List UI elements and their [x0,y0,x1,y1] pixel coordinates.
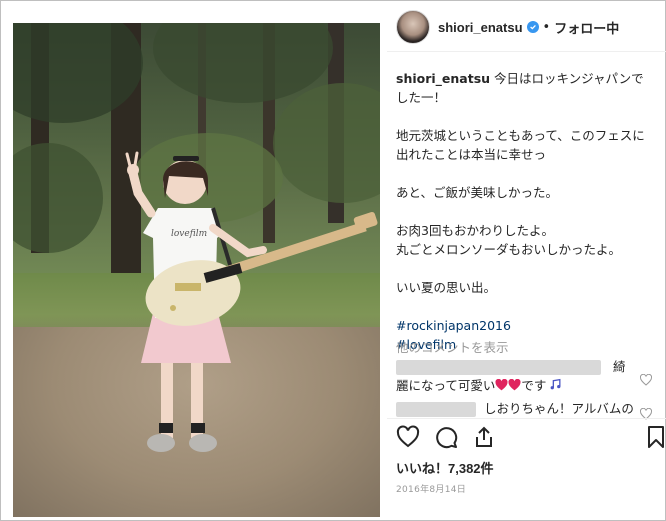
caption: shiori_enatsu 今日はロッキンジャパンでした一！ 地元茨城ということ… [396,69,651,354]
verified-badge-icon [526,21,539,33]
caption-paragraph: 地元茨城ということもあって、このフェスに出れたことは本当に幸せっ [396,128,645,162]
post-frame: lovefilm shiori_enatsu • フォロー中 shiori_en… [0,0,666,521]
shirt-print: lovefilm [171,229,207,239]
comment-icon[interactable] [434,425,458,449]
share-icon[interactable] [472,425,496,449]
caption-paragraph: あと、ご飯が美味しかった。 [396,185,559,200]
comment-line: 麗になって可愛い です [396,376,646,396]
caption-paragraph: いい夏の思い出。 [396,280,497,295]
like-count[interactable]: いいね！7,382件 [396,458,494,477]
post-photo[interactable]: lovefilm [13,23,380,517]
caption-paragraph: お肉3回もおかわりしたよ。 丸ごとメロンソーダもおいしかったよ。 [396,223,622,257]
header-divider [387,51,666,52]
header-username[interactable]: shiori_enatsu [438,20,523,35]
music-note-emoji-icon [549,377,562,396]
following-button[interactable]: フォロー中 [554,18,619,37]
actions-divider [387,418,666,419]
bookmark-icon[interactable] [644,425,666,449]
like-comment-heart-icon[interactable] [639,371,653,386]
like-heart-icon[interactable] [396,425,420,449]
comment-text: しおりちゃん！アルバムの [483,401,634,416]
post-date[interactable]: 2016年8月14日 [396,482,466,495]
girl-with-guitar: lovefilm [125,151,378,452]
red-heart-emoji-icon [508,377,521,396]
red-heart-emoji-icon [495,377,508,396]
foliage [13,143,103,253]
comment-text: 綺 [612,359,626,374]
caption-first-paragraph: shiori_enatsu 今日はロッキンジャパンでした一！ [396,69,651,107]
comment-text: です [521,378,547,393]
avatar[interactable] [396,10,430,44]
action-bar [396,425,664,453]
blurred-username [396,360,601,375]
load-more-comments-link[interactable]: 他のコメントを表示 [396,337,509,356]
post-header: shiori_enatsu • フォロー中 [394,7,666,47]
caption-username[interactable]: shiori_enatsu [396,71,490,86]
hashtag-link[interactable]: #rockinjapan2016 [396,316,651,335]
comment-text: 麗になって可愛い [396,378,496,393]
separator-dot: • [542,19,551,35]
comment-item: しおりちゃん！アルバムの [396,399,646,417]
comment-item: 綺 麗になって可愛い です [396,357,646,396]
comment-line: 綺 [396,357,646,376]
like-comment-heart-icon[interactable] [639,405,653,420]
blurred-username [396,402,476,417]
